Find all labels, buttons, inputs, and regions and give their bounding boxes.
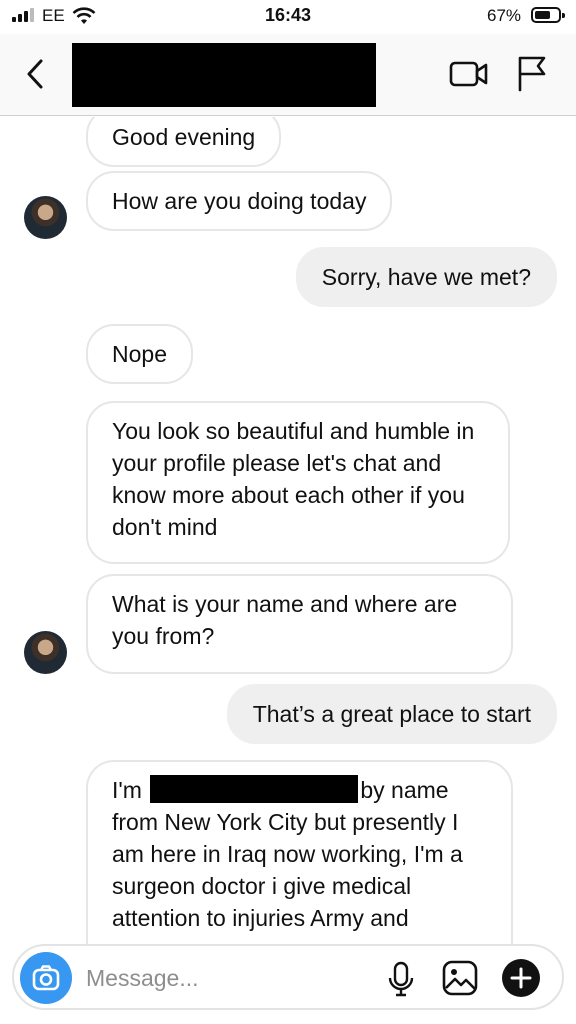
camera-icon[interactable] (20, 952, 72, 1004)
gallery-icon[interactable] (442, 960, 478, 996)
message-thread[interactable]: Good evening How are you doing today Sor… (0, 117, 576, 945)
flag-icon[interactable] (514, 54, 550, 92)
message-bubble-incoming[interactable]: Good evening (86, 117, 282, 167)
message-text: Sorry, have we met? (321, 264, 531, 290)
battery-icon (531, 7, 565, 23)
message-input[interactable] (86, 960, 376, 996)
message-bubble-incoming[interactable]: You look so beautiful and humble in your… (86, 401, 510, 564)
message-text: I'm (112, 777, 142, 803)
battery-percentage: 67% (487, 6, 522, 25)
message-bubble-incoming[interactable]: How are you doing today (86, 171, 393, 231)
message-text: by name (360, 777, 449, 803)
sender-avatar[interactable] (24, 196, 67, 239)
video-call-icon[interactable] (448, 56, 490, 92)
message-bubble-outgoing[interactable]: That’s a great place to start (226, 684, 557, 744)
message-text: That’s a great place to start (252, 701, 531, 727)
message-text: from New York City but presently I am he… (112, 809, 463, 931)
message-bubble-incoming[interactable]: Nope (86, 324, 193, 384)
conversation-header (0, 34, 576, 116)
message-bubble-incoming[interactable]: I'm by name from New York City but prese… (86, 760, 513, 945)
redacted-contact-name[interactable] (72, 43, 376, 107)
sender-avatar[interactable] (24, 631, 67, 674)
message-text: Nope (112, 341, 167, 367)
back-icon[interactable] (22, 56, 52, 92)
message-bubble-outgoing[interactable]: Sorry, have we met? (295, 247, 557, 307)
message-text: What is your name and where are you from… (112, 591, 458, 649)
status-bar: EE 16:43 67% (0, 0, 576, 34)
message-bubble-incoming[interactable]: What is your name and where are you from… (86, 574, 513, 674)
message-text: How are you doing today (112, 188, 367, 214)
microphone-icon[interactable] (386, 961, 416, 997)
message-text: You look so beautiful and humble in your… (112, 418, 475, 540)
message-composer (12, 944, 564, 1010)
message-text: Good evening (112, 124, 256, 150)
plus-icon[interactable] (502, 959, 540, 997)
redacted-name (150, 775, 359, 803)
